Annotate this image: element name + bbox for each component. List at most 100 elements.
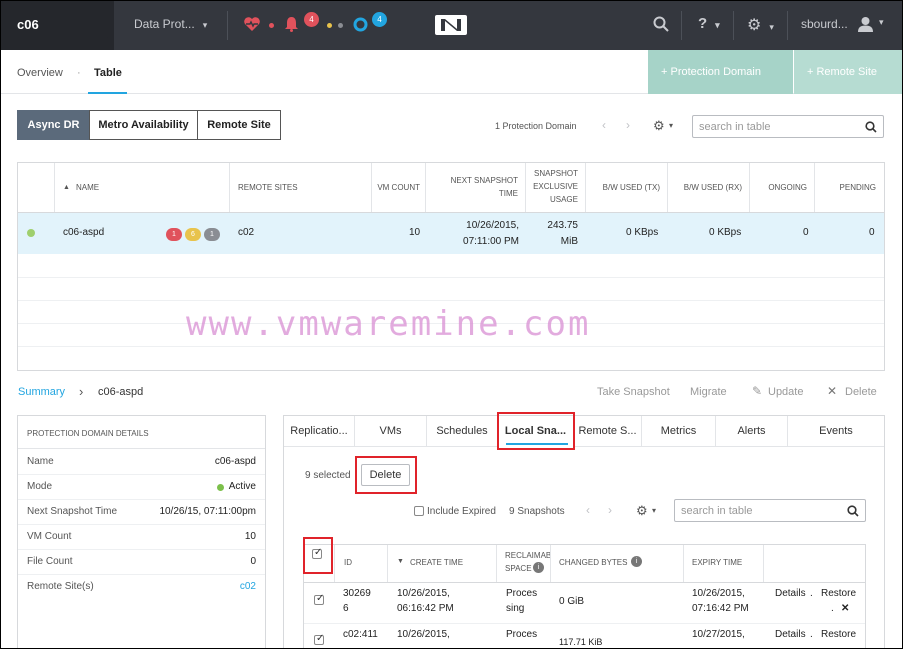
segment-remote-site[interactable]: Remote Site <box>197 110 281 140</box>
tab-alerts[interactable]: Alerts <box>716 416 788 447</box>
column-header-name[interactable]: ▲ NAME <box>55 163 230 212</box>
column-header-vm-count[interactable]: VM COUNT <box>372 163 426 212</box>
local-snapshots-table: ID ▼ CREATE TIME RECLAIMAB SPACE i CHANG… <box>303 544 866 648</box>
app-window: c06 Data Prot... ▾ 4 4 ? ▾ ⚙ ▾ sbourd...… <box>0 0 903 649</box>
next-page-icon[interactable]: › <box>608 503 612 517</box>
select-all-checkbox[interactable] <box>312 547 322 559</box>
column-header-pending[interactable]: PENDING <box>815 163 884 212</box>
tab-replication[interactable]: Replicatio... <box>284 416 355 447</box>
divider <box>304 623 865 624</box>
pd-name[interactable]: c06-aspd <box>63 227 104 238</box>
status-dot <box>338 23 343 28</box>
details-link[interactable]: Details <box>775 586 806 601</box>
divider <box>227 11 228 40</box>
column-header-changed-bytes[interactable]: CHANGED BYTES i <box>551 545 684 582</box>
status-dot <box>327 23 332 28</box>
protection-domain-count: 1 Protection Domain <box>495 121 577 131</box>
pd-search-input[interactable]: search in table <box>692 115 884 138</box>
restore-link[interactable]: Restore <box>821 586 856 601</box>
user-avatar-icon[interactable] <box>858 16 873 32</box>
help-icon: ? <box>698 15 708 32</box>
chevron-down-icon: ▾ <box>669 121 674 130</box>
row-checkbox[interactable] <box>314 633 324 645</box>
action-separator: . <box>810 629 813 640</box>
snapshots-count: 9 Snapshots <box>509 506 565 517</box>
status-dot <box>27 229 35 237</box>
tab-metrics[interactable]: Metrics <box>642 416 716 447</box>
segment-async-dr[interactable]: Async DR <box>17 110 90 140</box>
add-protection-domain-button[interactable]: + Protection Domain <box>648 50 793 94</box>
highlight-box <box>355 456 417 494</box>
delete-link[interactable]: Delete <box>845 386 877 398</box>
column-header-snapshot-usage[interactable]: SNAPSHOT EXCLUSIVE USAGE <box>526 163 586 212</box>
snapshot-reclaimable: Proces <box>506 629 538 640</box>
pd-remote-sites: c02 <box>238 227 255 238</box>
nutanix-logo <box>435 15 467 35</box>
restore-link[interactable]: Restore <box>821 627 856 642</box>
column-header-remote-sites[interactable]: REMOTE SITES <box>230 163 372 212</box>
chevron-down-icon: ▾ <box>769 22 774 32</box>
alerts-badge: 4 <box>304 12 319 27</box>
remote-site-link[interactable]: c02 <box>240 581 256 592</box>
breadcrumb-summary[interactable]: Summary <box>18 386 65 398</box>
warning-alert-badge[interactable]: 6 <box>185 228 201 241</box>
help-menu[interactable]: ? ▾ <box>698 15 720 32</box>
add-remote-site-button[interactable]: + Remote Site <box>794 50 902 94</box>
column-header-next-snapshot-time[interactable]: NEXT SNAPSHOT TIME <box>426 163 526 212</box>
health-heart-icon[interactable] <box>243 16 261 32</box>
delete-snapshot-icon[interactable]: ✕ <box>841 601 849 616</box>
column-header-create-time[interactable]: ▼ CREATE TIME <box>388 545 497 582</box>
tasks-circle-icon[interactable] <box>353 17 368 32</box>
snapshot-search-input[interactable]: search in table <box>674 499 866 522</box>
user-menu[interactable]: sbourd... <box>801 17 848 31</box>
info-icon[interactable]: i <box>533 562 544 573</box>
table-settings-gear-icon[interactable]: ⚙ <box>653 118 665 134</box>
detail-row-mode: Mode Active <box>18 475 265 500</box>
update-link[interactable]: Update <box>768 386 803 398</box>
tab-events[interactable]: Events <box>788 416 884 447</box>
critical-alert-badge[interactable]: 1 <box>166 228 182 241</box>
migrate-link[interactable]: Migrate <box>690 386 727 398</box>
take-snapshot-link[interactable]: Take Snapshot <box>597 386 670 398</box>
alerts-bell-icon[interactable] <box>284 16 299 32</box>
cluster-chevron <box>101 1 114 50</box>
segment-metro-availability[interactable]: Metro Availability <box>89 110 198 140</box>
dashboard-menu[interactable]: Data Prot... ▾ <box>134 17 207 31</box>
column-header-ongoing[interactable]: ONGOING <box>750 163 815 212</box>
watermark-text: www.vmwaremine.com <box>186 304 591 344</box>
pd-next-snapshot-time: 10/26/2015, 07:11:00 PM <box>463 220 519 247</box>
table-settings-gear-icon[interactable]: ⚙ <box>636 503 648 519</box>
include-expired-checkbox[interactable] <box>414 506 424 516</box>
tab-vms[interactable]: VMs <box>355 416 427 447</box>
column-header-reclaimable-space[interactable]: RECLAIMAB SPACE i <box>497 545 551 582</box>
details-link[interactable]: Details <box>775 627 806 642</box>
prev-page-icon[interactable]: ‹ <box>602 118 606 132</box>
active-status-dot <box>216 484 224 491</box>
column-header-id[interactable]: ID <box>335 545 388 582</box>
column-header-bw-tx[interactable]: B/W USED (TX) <box>586 163 668 212</box>
pd-bw-tx: 0 KBps <box>626 227 659 238</box>
divider <box>787 11 788 40</box>
tab-remote-snapshots[interactable]: Remote S... <box>574 416 642 447</box>
row-checkbox[interactable] <box>314 593 324 605</box>
search-icon <box>847 505 859 517</box>
column-header-expiry-time[interactable]: EXPIRY TIME <box>684 545 764 582</box>
cluster-name-button[interactable]: c06 <box>1 1 114 50</box>
search-icon[interactable] <box>653 16 669 32</box>
chevron-down-icon: ▾ <box>715 20 720 30</box>
divider <box>304 582 865 583</box>
settings-menu[interactable]: ⚙ ▾ <box>747 15 774 35</box>
detail-row-remote-sites: Remote Site(s) c02 <box>27 581 256 592</box>
tab-schedules[interactable]: Schedules <box>427 416 498 447</box>
close-icon: ✕ <box>827 384 838 398</box>
snapshot-expiry-time: 10/27/2015, <box>692 629 745 640</box>
info-alert-badge[interactable]: 1 <box>204 228 220 241</box>
protection-domain-details: PROTECTION DOMAIN DETAILS Name c06-aspd … <box>17 415 266 648</box>
table-row[interactable]: c06-aspd c02 10 10/26/2015, 07:11:00 PM … <box>18 213 884 254</box>
tab-overview[interactable]: Overview <box>17 67 63 79</box>
prev-page-icon[interactable]: ‹ <box>586 503 590 517</box>
info-icon[interactable]: i <box>631 556 642 567</box>
tab-table[interactable]: Table <box>94 67 122 79</box>
column-header-bw-rx[interactable]: B/W USED (RX) <box>668 163 750 212</box>
next-page-icon[interactable]: › <box>626 118 630 132</box>
